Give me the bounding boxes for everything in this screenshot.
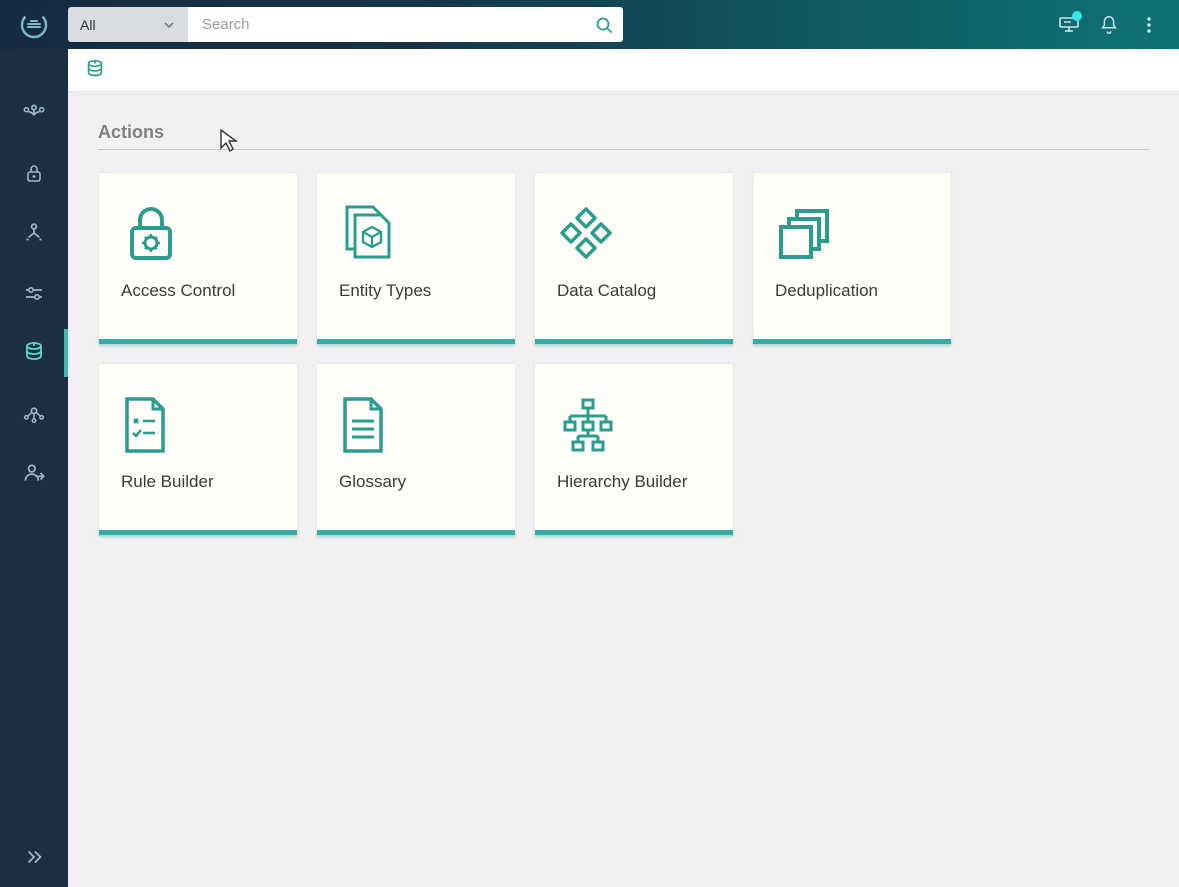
card-label: Access Control [121,281,275,301]
hierarchy-tree-icon [557,396,619,454]
more-menu-button[interactable] [1129,5,1169,45]
chevron-double-right-icon [23,846,45,868]
lock-gear-icon [121,202,181,266]
search-category-dropdown[interactable]: All [68,7,188,42]
search-box: All [68,7,623,42]
nav-item-4[interactable] [0,263,68,323]
nav-item-6[interactable] [0,383,68,443]
card-label: Entity Types [339,281,493,301]
card-label: Data Catalog [557,281,711,301]
page-toolbar [68,49,1179,92]
search-button[interactable] [585,7,623,42]
search-input[interactable] [188,7,623,42]
bell-icon [1098,14,1120,36]
layers-icon [775,205,837,263]
chevron-down-icon [162,18,176,32]
card-label: Glossary [339,472,493,492]
stack-icon [84,57,106,83]
card-glossary[interactable]: Glossary [316,363,516,536]
share-nodes-icon [21,400,47,426]
checklist-doc-icon [121,395,169,455]
logo-icon [19,10,49,40]
nav-item-7[interactable] [0,443,68,503]
nav-item-5-active[interactable] [0,323,68,383]
section-title: Actions [98,122,1149,150]
kebab-icon [1139,15,1159,35]
nav-item-2[interactable] [0,143,68,203]
card-data-catalog[interactable]: Data Catalog [534,172,734,345]
notifications-button[interactable] [1089,5,1129,45]
search-category-label: All [80,17,96,33]
page-context-icon[interactable] [84,57,106,83]
status-badge-dot [1072,11,1082,21]
nav-item-1[interactable] [0,83,68,143]
card-label: Deduplication [775,281,929,301]
main-content: Actions Access Control [68,92,1179,887]
branch-icon [21,220,47,246]
lock-plus-icon [22,161,46,185]
side-nav-rail [0,49,68,887]
expand-rail-button[interactable] [0,837,68,877]
diamonds-icon [557,205,615,263]
card-entity-types[interactable]: Entity Types [316,172,516,345]
slider-icon [22,281,46,305]
card-rule-builder[interactable]: Rule Builder [98,363,298,536]
card-deduplication[interactable]: Deduplication [752,172,952,345]
documents-cube-icon [339,203,397,265]
action-cards-grid: Access Control Entity Types [98,172,1149,536]
search-icon [595,16,613,34]
nav-item-3[interactable] [0,203,68,263]
stack-icon [22,340,46,366]
sprout-icon [21,100,47,126]
top-header: All [0,0,1179,49]
user-arrow-icon [21,460,47,486]
document-lines-icon [339,395,387,455]
card-access-control[interactable]: Access Control [98,172,298,345]
card-label: Rule Builder [121,472,275,492]
app-logo[interactable] [0,0,68,49]
card-hierarchy-builder[interactable]: Hierarchy Builder [534,363,734,536]
server-status-button[interactable] [1049,5,1089,45]
card-label: Hierarchy Builder [557,472,711,492]
